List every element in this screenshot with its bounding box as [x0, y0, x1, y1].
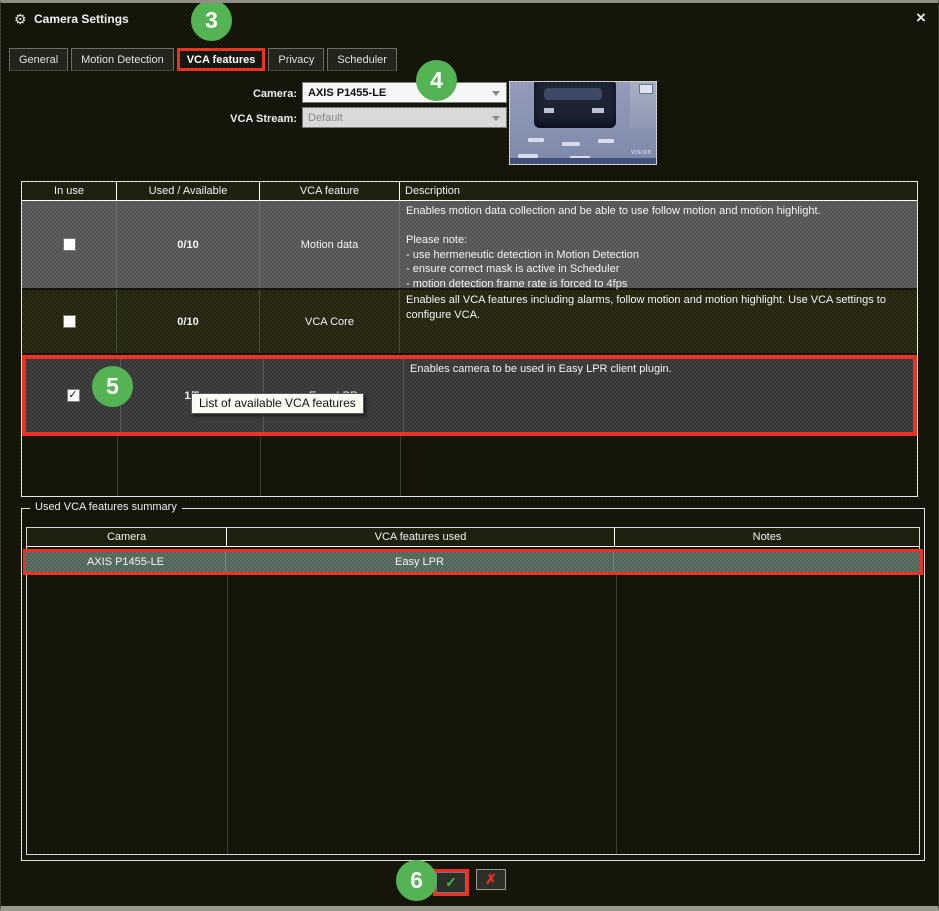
summary-camera: AXIS P1455-LE: [26, 552, 226, 572]
annotation-highlight-ok-button: ✓: [433, 869, 469, 896]
dialog-button-bar: ✓ ✗: [1, 869, 938, 896]
tab-motion-detection[interactable]: Motion Detection: [71, 48, 174, 71]
window-title: Camera Settings: [34, 12, 129, 26]
tooltip: List of available VCA features: [191, 393, 364, 414]
camera-label: Camera:: [205, 88, 297, 100]
table-empty-area: [22, 436, 917, 496]
vca-stream-dropdown-value: Default: [308, 112, 343, 124]
tab-scheduler[interactable]: Scheduler: [327, 48, 397, 71]
annotation-badge-4: 4: [416, 60, 457, 101]
annotation-highlight-summary-row: AXIS P1455-LE Easy LPR: [23, 549, 923, 575]
preview-watermark: vision: [631, 149, 652, 156]
annotation-badge-5: 5: [92, 366, 133, 407]
column-separator: [616, 575, 617, 854]
chevron-down-icon: [492, 116, 500, 121]
preview-road-marking: [562, 142, 580, 146]
tab-general[interactable]: General: [9, 48, 68, 71]
preview-bottom-bar: [510, 158, 656, 164]
summary-empty-area: [27, 575, 919, 854]
camera-dropdown-value: AXIS P1455-LE: [308, 87, 386, 99]
vca-core-checkbox[interactable]: [63, 315, 76, 328]
header-vca-feature: VCA feature: [260, 182, 400, 200]
header-camera: Camera: [27, 528, 227, 546]
vca-core-used: 0/10: [117, 290, 260, 353]
column-separator: [400, 436, 401, 496]
annotation-highlight-easy-lpr-row: ✓ 1/5 Easy LPR Enables camera to be used…: [22, 355, 917, 436]
tab-vca-features[interactable]: VCA features: [177, 48, 266, 71]
summary-table: Camera VCA features used Notes AXIS P145…: [26, 527, 920, 855]
vca-stream-dropdown[interactable]: Default: [302, 107, 507, 128]
annotation-badge-3: 3: [191, 0, 232, 41]
easy-lpr-description: Enables camera to be used in Easy LPR cl…: [404, 359, 913, 432]
vca-stream-label: VCA Stream:: [205, 113, 297, 125]
table-row-easy-lpr[interactable]: ✓ 1/5 Easy LPR Enables camera to be used…: [26, 359, 913, 432]
easy-lpr-checkbox[interactable]: ✓: [67, 389, 80, 402]
column-separator: [260, 436, 261, 496]
preview-sign: [639, 84, 653, 94]
vca-core-description: Enables all VCA features including alarm…: [400, 290, 917, 353]
summary-features-used: Easy LPR: [226, 552, 614, 572]
header-used-available: Used / Available: [117, 182, 260, 200]
tab-privacy[interactable]: Privacy: [268, 48, 324, 71]
table-row-vca-core[interactable]: 0/10 VCA Core Enables all VCA features i…: [22, 290, 917, 353]
preview-road-marking: [528, 138, 544, 142]
check-icon: ✓: [445, 874, 457, 891]
header-in-use: In use: [22, 182, 117, 200]
motion-data-feature: Motion data: [260, 201, 400, 288]
header-notes: Notes: [615, 528, 919, 546]
header-vca-features-used: VCA features used: [227, 528, 615, 546]
camera-settings-window: ⚙ Camera Settings × General Motion Detec…: [0, 0, 939, 911]
vca-features-table: In use Used / Available VCA feature Desc…: [21, 181, 918, 497]
preview-road-marking: [598, 139, 614, 143]
vca-table-header: In use Used / Available VCA feature Desc…: [22, 182, 917, 201]
summary-row-axis-p1455[interactable]: AXIS P1455-LE Easy LPR: [26, 552, 920, 572]
summary-table-header: Camera VCA features used Notes: [27, 528, 919, 547]
camera-dropdown[interactable]: AXIS P1455-LE: [302, 82, 507, 103]
header-description: Description: [400, 182, 917, 200]
camera-preview-image: vision: [509, 81, 657, 165]
cancel-button[interactable]: ✗: [476, 869, 506, 890]
preview-car-windshield: [544, 88, 602, 100]
motion-data-used: 0/10: [117, 201, 260, 288]
chevron-down-icon: [492, 91, 500, 96]
table-row-motion-data[interactable]: 0/10 Motion data Enables motion data col…: [22, 201, 917, 288]
motion-data-checkbox[interactable]: [63, 238, 76, 251]
x-icon: ✗: [485, 871, 497, 888]
column-separator: [227, 575, 228, 854]
camera-settings-icon: ⚙: [14, 11, 27, 28]
summary-group-title: Used VCA features summary: [30, 501, 182, 513]
column-separator: [117, 436, 118, 496]
title-bar: ⚙ Camera Settings ×: [1, 3, 938, 36]
ok-button[interactable]: ✓: [436, 872, 466, 893]
used-vca-summary-group: Used VCA features summary Camera VCA fea…: [21, 508, 925, 861]
annotation-badge-6: 6: [396, 860, 437, 901]
summary-notes: [614, 552, 920, 572]
preview-car-headlights: [544, 108, 604, 113]
motion-data-description: Enables motion data collection and be ab…: [400, 201, 917, 288]
close-icon[interactable]: ×: [916, 9, 926, 26]
tab-bar: General Motion Detection VCA features Pr…: [9, 48, 397, 71]
vca-core-feature: VCA Core: [260, 290, 400, 353]
